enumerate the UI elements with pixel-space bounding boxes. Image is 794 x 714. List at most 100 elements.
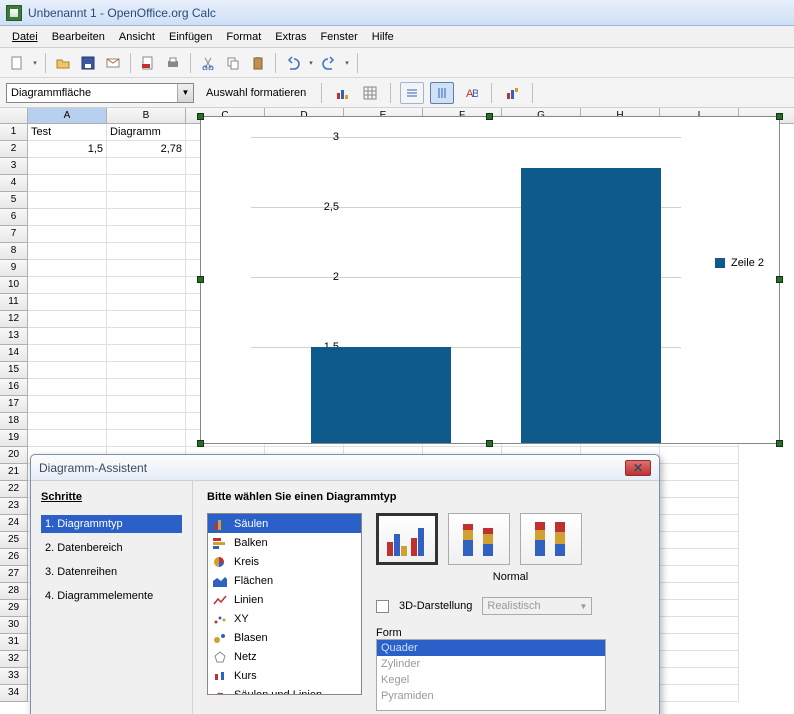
row-header[interactable]: 30: [0, 617, 28, 634]
resize-handle[interactable]: [776, 113, 783, 120]
subtype-stacked[interactable]: [448, 513, 510, 565]
subtype-normal[interactable]: [376, 513, 438, 565]
menu-ansicht[interactable]: Ansicht: [113, 28, 161, 46]
menu-datei[interactable]: Datei: [6, 28, 44, 46]
cell[interactable]: [660, 549, 739, 566]
cell[interactable]: Test: [28, 124, 107, 141]
cell[interactable]: [28, 311, 107, 328]
row-header[interactable]: 26: [0, 549, 28, 566]
cell[interactable]: [107, 158, 186, 175]
cell[interactable]: [28, 328, 107, 345]
resize-handle[interactable]: [776, 276, 783, 283]
cell[interactable]: [107, 175, 186, 192]
cell[interactable]: [107, 328, 186, 345]
cell[interactable]: 2,78: [107, 141, 186, 158]
axis-labels-icon[interactable]: AB: [460, 82, 482, 104]
menu-extras[interactable]: Extras: [269, 28, 312, 46]
cell[interactable]: [660, 668, 739, 685]
3d-checkbox[interactable]: [376, 600, 389, 613]
step-4[interactable]: 4. Diagrammelemente: [41, 587, 182, 605]
row-header[interactable]: 14: [0, 345, 28, 362]
cell[interactable]: [660, 600, 739, 617]
resize-handle[interactable]: [197, 276, 204, 283]
type-balken[interactable]: Balken: [208, 533, 361, 552]
row-header[interactable]: 5: [0, 192, 28, 209]
cell[interactable]: [28, 277, 107, 294]
cell[interactable]: [107, 277, 186, 294]
step-1[interactable]: 1. Diagrammtyp: [41, 515, 182, 533]
resize-handle[interactable]: [486, 113, 493, 120]
cell[interactable]: [28, 175, 107, 192]
menu-bearbeiten[interactable]: Bearbeiten: [46, 28, 111, 46]
undo-dropdown-icon[interactable]: ▾: [307, 52, 315, 74]
type-kreis[interactable]: Kreis: [208, 552, 361, 571]
open-icon[interactable]: [52, 52, 74, 74]
paste-icon[interactable]: [247, 52, 269, 74]
cell[interactable]: [107, 396, 186, 413]
row-header[interactable]: 33: [0, 668, 28, 685]
cell[interactable]: [28, 294, 107, 311]
new-dropdown-icon[interactable]: ▾: [31, 52, 39, 74]
row-header[interactable]: 28: [0, 583, 28, 600]
cell[interactable]: [660, 566, 739, 583]
row-header[interactable]: 4: [0, 175, 28, 192]
resize-handle[interactable]: [197, 113, 204, 120]
cell[interactable]: [28, 413, 107, 430]
menu-einfuegen[interactable]: Einfügen: [163, 28, 218, 46]
resize-handle[interactable]: [486, 440, 493, 447]
row-header[interactable]: 19: [0, 430, 28, 447]
row-header[interactable]: 23: [0, 498, 28, 515]
type-kurs[interactable]: Kurs: [208, 666, 361, 685]
email-icon[interactable]: [102, 52, 124, 74]
cell[interactable]: [107, 209, 186, 226]
resize-handle[interactable]: [776, 440, 783, 447]
row-header[interactable]: 16: [0, 379, 28, 396]
cell[interactable]: [107, 311, 186, 328]
cell[interactable]: [660, 685, 739, 702]
cell[interactable]: [28, 430, 107, 447]
row-header[interactable]: 9: [0, 260, 28, 277]
legend-icon[interactable]: [501, 82, 523, 104]
row-header[interactable]: 20: [0, 447, 28, 464]
type-xy[interactable]: XY: [208, 609, 361, 628]
dialog-titlebar[interactable]: Diagramm-Assistent ✕: [31, 455, 659, 481]
cell[interactable]: [107, 243, 186, 260]
cell[interactable]: [107, 362, 186, 379]
cell[interactable]: [660, 464, 739, 481]
cell[interactable]: [28, 362, 107, 379]
row-header[interactable]: 2: [0, 141, 28, 158]
row-header[interactable]: 13: [0, 328, 28, 345]
row-header[interactable]: 12: [0, 311, 28, 328]
row-header[interactable]: 27: [0, 566, 28, 583]
col-header-b[interactable]: B: [107, 108, 186, 123]
cell[interactable]: [660, 617, 739, 634]
row-header[interactable]: 17: [0, 396, 28, 413]
cell[interactable]: [28, 379, 107, 396]
row-header[interactable]: 34: [0, 685, 28, 702]
copy-icon[interactable]: [222, 52, 244, 74]
row-header[interactable]: 10: [0, 277, 28, 294]
row-header[interactable]: 25: [0, 532, 28, 549]
resize-handle[interactable]: [197, 440, 204, 447]
row-header[interactable]: 22: [0, 481, 28, 498]
cell[interactable]: [660, 583, 739, 600]
row-header[interactable]: 18: [0, 413, 28, 430]
cell[interactable]: [660, 447, 739, 464]
row-header[interactable]: 3: [0, 158, 28, 175]
grid-h-toggle[interactable]: [400, 82, 424, 104]
grid-v-toggle[interactable]: [430, 82, 454, 104]
cell[interactable]: [28, 209, 107, 226]
chart-element-combo[interactable]: ▼: [6, 83, 194, 103]
cell[interactable]: [28, 192, 107, 209]
chart-type-icon[interactable]: [331, 82, 353, 104]
cell[interactable]: Diagramm: [107, 124, 186, 141]
cell[interactable]: [107, 226, 186, 243]
chevron-down-icon[interactable]: ▼: [177, 84, 193, 102]
row-header[interactable]: 31: [0, 634, 28, 651]
menu-format[interactable]: Format: [220, 28, 267, 46]
type-linien[interactable]: Linien: [208, 590, 361, 609]
subtype-percent[interactable]: [520, 513, 582, 565]
row-header[interactable]: 15: [0, 362, 28, 379]
cell[interactable]: [107, 260, 186, 277]
cell[interactable]: [660, 481, 739, 498]
